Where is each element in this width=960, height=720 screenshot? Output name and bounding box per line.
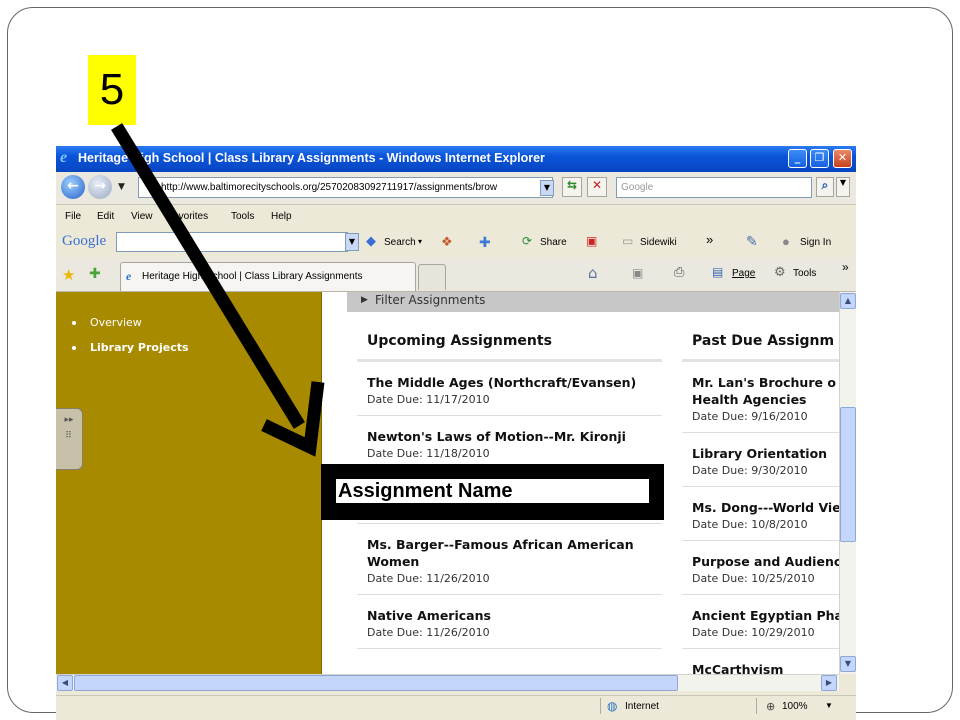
arrow-shaft [111, 123, 305, 429]
callout-box: Assignment Name [321, 464, 664, 520]
annotation-arrow-icon [111, 123, 325, 457]
callout-label: Assignment Name [336, 479, 649, 503]
